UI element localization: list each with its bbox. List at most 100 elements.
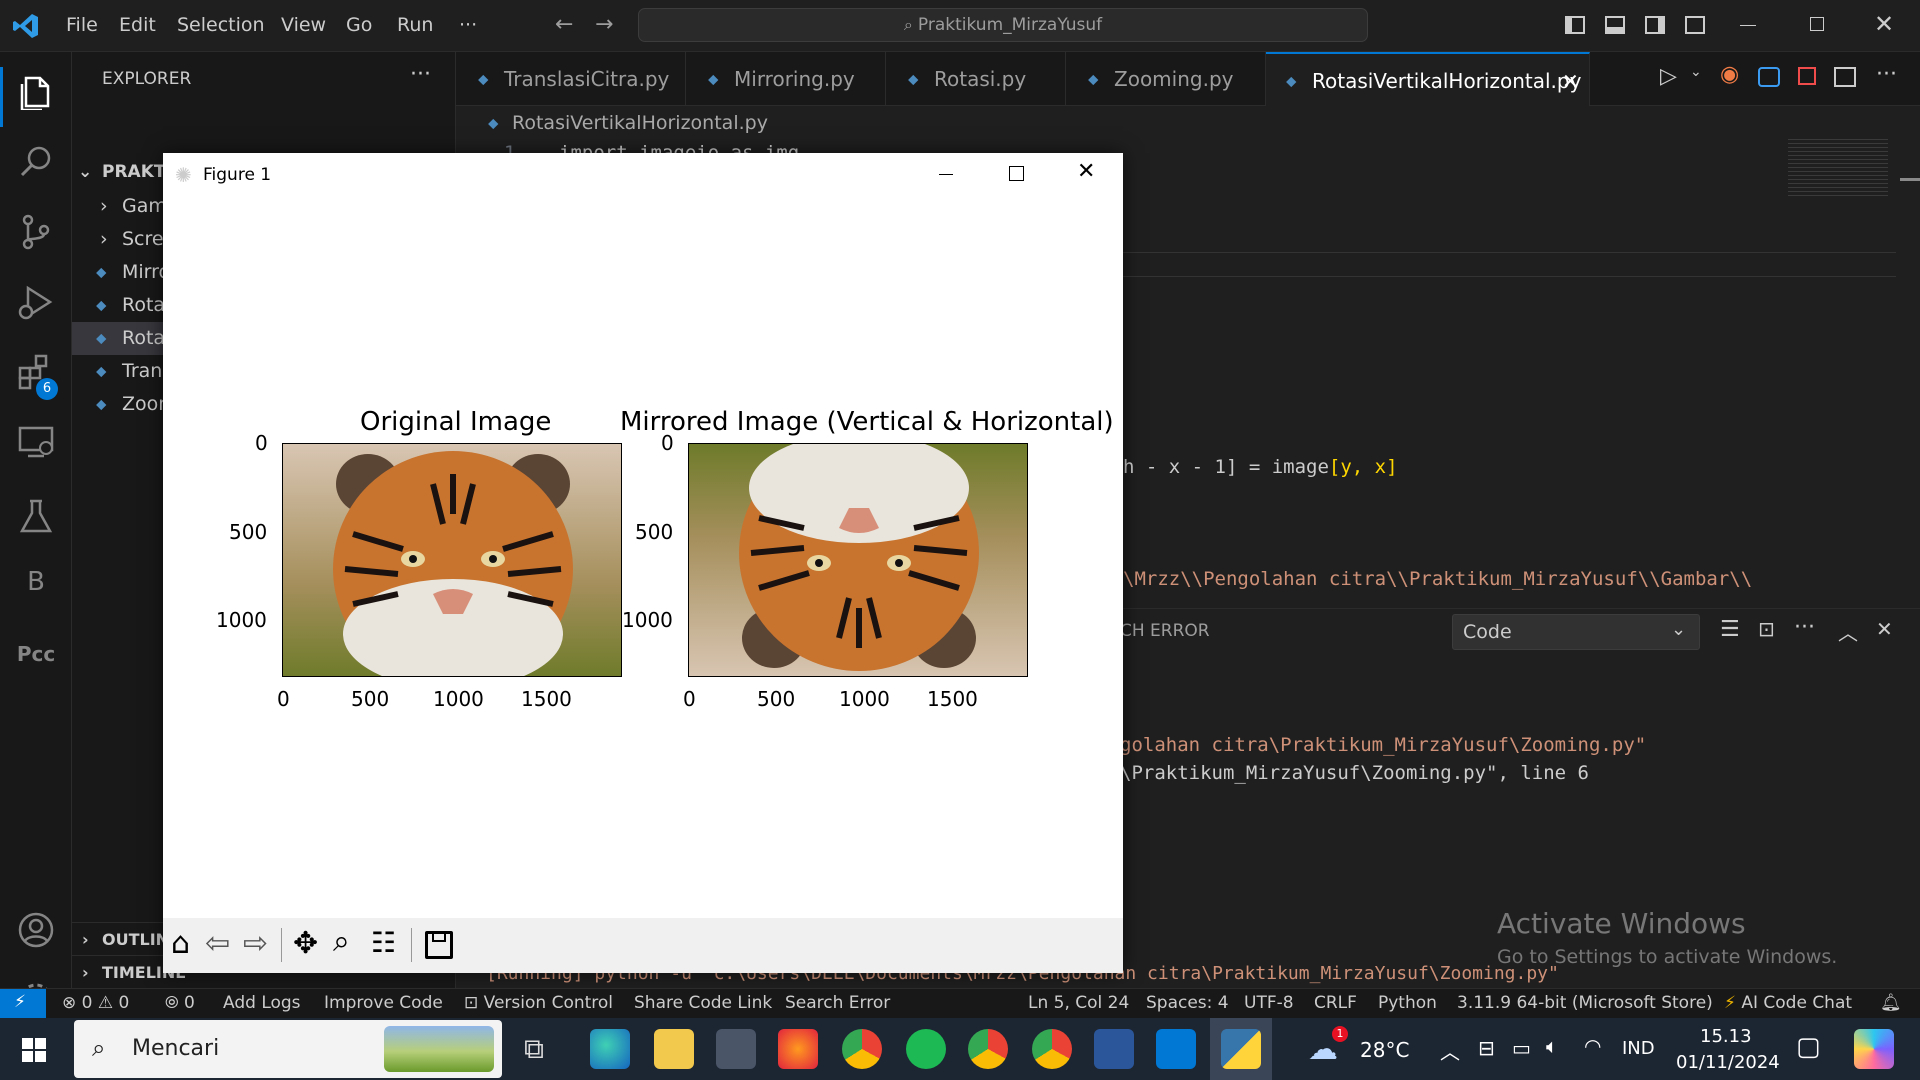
input-language[interactable]: IND [1622,1038,1655,1059]
zoom-icon[interactable]: ⌕ [333,924,350,959]
battery-icon[interactable]: ▭ [1512,1036,1531,1060]
chrome-profile-icon[interactable] [968,1029,1008,1069]
save-figure-icon[interactable] [425,931,453,959]
firefox-icon[interactable] [778,1029,818,1069]
run-python-icon[interactable]: ▷ [1660,64,1677,89]
vscode-logo-icon[interactable] [12,12,40,40]
toggle-sidebar-icon[interactable] [1565,16,1585,34]
clock-date[interactable]: 01/11/2024 [1676,1052,1780,1073]
problems-indicator[interactable]: ⊗ 0 ⚠ 0 [62,993,129,1013]
tab-translasi[interactable]: ⬥ TranslasiCitra.py [456,52,686,106]
configure-subplots-icon[interactable]: ☷ [371,926,396,959]
word-icon[interactable] [1094,1029,1134,1069]
maximize-figure-icon[interactable] [1009,166,1024,181]
minimize-figure-icon[interactable] [939,174,953,175]
figure-window[interactable]: ✺ Figure 1 ✕ Original Image 0 500 1000 0… [163,153,1123,973]
forward-icon[interactable]: ⇨ [243,926,268,961]
pan-icon[interactable]: ✥ [293,926,318,961]
volume-icon[interactable]: 🔈︎ [1546,1034,1558,1058]
output-channel-select[interactable]: Code ⌄ [1452,614,1700,650]
remote-indicator[interactable]: ⚡ [0,989,46,1019]
panel-more-icon[interactable]: ··· [1794,615,1815,640]
customize-layout-icon[interactable] [1685,16,1705,34]
improve-code-button[interactable]: Improve Code [324,993,443,1013]
tab-mirroring[interactable]: ⬥ Mirroring.py [686,52,886,106]
task-view-icon[interactable]: ⧉ [524,1032,544,1066]
chrome-profile-2-icon[interactable] [1032,1029,1072,1069]
source-control-icon[interactable] [16,212,56,252]
tab-zooming[interactable]: ⬥ Zooming.py [1066,52,1266,106]
tab-rotasi-vertikal-horizontal[interactable]: ⬥ RotasiVertikalHorizontal.py ✕ [1266,52,1590,106]
figure-title-bar[interactable]: ✺ Figure 1 ✕ [163,153,1123,197]
back-icon[interactable]: ⇦ [205,926,230,961]
ai-code-chat-button[interactable]: ⚡ AI Code Chat [1724,993,1852,1013]
spotify-icon[interactable] [906,1029,946,1069]
menu-file[interactable]: File [66,14,98,36]
menu-more[interactable]: ··· [459,14,477,36]
lock-scroll-icon[interactable]: ⊡ [1758,617,1775,641]
notifications-bell-icon[interactable]: 🔔︎ [1880,993,1902,1013]
remote-explorer-icon[interactable] [16,422,56,462]
forward-arrow-icon[interactable]: → [595,12,613,37]
tab-rotasi[interactable]: ⬥ Rotasi.py [886,52,1066,106]
wifi-icon[interactable]: ◠ [1584,1034,1601,1058]
notification-center-icon[interactable]: ▢ [1796,1032,1821,1062]
maximize-panel-icon[interactable]: ︿ [1838,617,1858,646]
run-options-chevron-icon[interactable]: ⌄ [1690,64,1702,80]
ports-indicator[interactable]: ⦾ 0 [165,993,195,1013]
taskbar-search-box[interactable]: ⌕ Mencari [74,1020,502,1078]
camera-icon[interactable] [716,1029,756,1069]
toggle-panel-icon[interactable] [1605,16,1625,34]
close-panel-icon[interactable]: ✕ [1876,617,1893,641]
clear-output-icon[interactable]: ☰ [1720,617,1740,642]
close-window-icon[interactable]: ✕ [1874,10,1894,38]
tray-expand-icon[interactable]: ︿ [1440,1036,1460,1065]
version-control-button[interactable]: ⊡ Version Control [464,993,613,1013]
clock-time[interactable]: 15.13 [1700,1026,1752,1047]
python-taskbar-active[interactable] [1210,1018,1272,1080]
tray-app-icon[interactable]: ⊟ [1478,1036,1495,1060]
scrollbar-thumb[interactable] [1900,178,1920,181]
tab-search-error[interactable]: CH ERROR [1120,621,1210,641]
breadcrumb[interactable]: RotasiVertikalHorizontal.py [512,112,768,134]
file-explorer-icon[interactable] [654,1029,694,1069]
end-of-line[interactable]: CRLF [1314,993,1357,1013]
chrome-icon[interactable] [842,1029,882,1069]
menu-run[interactable]: Run [397,14,433,36]
temperature[interactable]: 28°C [1360,1038,1409,1062]
menu-view[interactable]: View [281,14,326,36]
command-center-search[interactable]: ⌕ Praktikum_MirzaYusuf [638,8,1368,42]
menu-go[interactable]: Go [346,14,372,36]
edge-browser-icon[interactable] [590,1029,630,1069]
explorer-more-icon[interactable]: ··· [410,62,431,87]
explorer-icon[interactable] [16,70,56,110]
encoding[interactable]: UTF-8 [1244,993,1294,1013]
python-env-icon[interactable]: Pᴄᴄ [16,642,56,682]
language-mode[interactable]: Python [1378,993,1437,1013]
add-logs-button[interactable]: Add Logs [223,993,301,1013]
copilot-icon[interactable]: ◉ [1720,62,1739,87]
home-icon[interactable]: ⌂ [171,926,190,961]
minimap[interactable] [1788,136,1888,196]
copilot-taskbar-icon[interactable] [1854,1029,1894,1069]
menu-edit[interactable]: Edit [119,14,156,36]
back-arrow-icon[interactable]: ← [555,12,573,37]
search-icon[interactable] [16,142,56,182]
restore-window-icon[interactable] [1810,17,1824,31]
toggle-secondary-sidebar-icon[interactable] [1645,16,1665,34]
testing-icon[interactable] [16,497,56,537]
python-interpreter[interactable]: 3.11.9 64-bit (Microsoft Store) [1457,993,1713,1013]
indentation[interactable]: Spaces: 4 [1146,993,1229,1013]
preview-icon[interactable] [1758,67,1780,87]
search-error-button[interactable]: Search Error [785,993,890,1013]
run-debug-icon[interactable] [16,282,56,322]
share-code-link-button[interactable]: Share Code Link [634,993,772,1013]
windows-start-icon[interactable] [22,1038,46,1062]
editor-more-icon[interactable]: ··· [1876,62,1897,87]
split-editor-icon[interactable] [1834,67,1856,87]
cursor-position[interactable]: Ln 5, Col 24 [1028,993,1129,1013]
close-figure-icon[interactable]: ✕ [1077,159,1095,184]
menu-selection[interactable]: Selection [177,14,265,36]
vscode-taskbar-icon[interactable] [1156,1029,1196,1069]
minimize-window-icon[interactable] [1740,25,1756,26]
